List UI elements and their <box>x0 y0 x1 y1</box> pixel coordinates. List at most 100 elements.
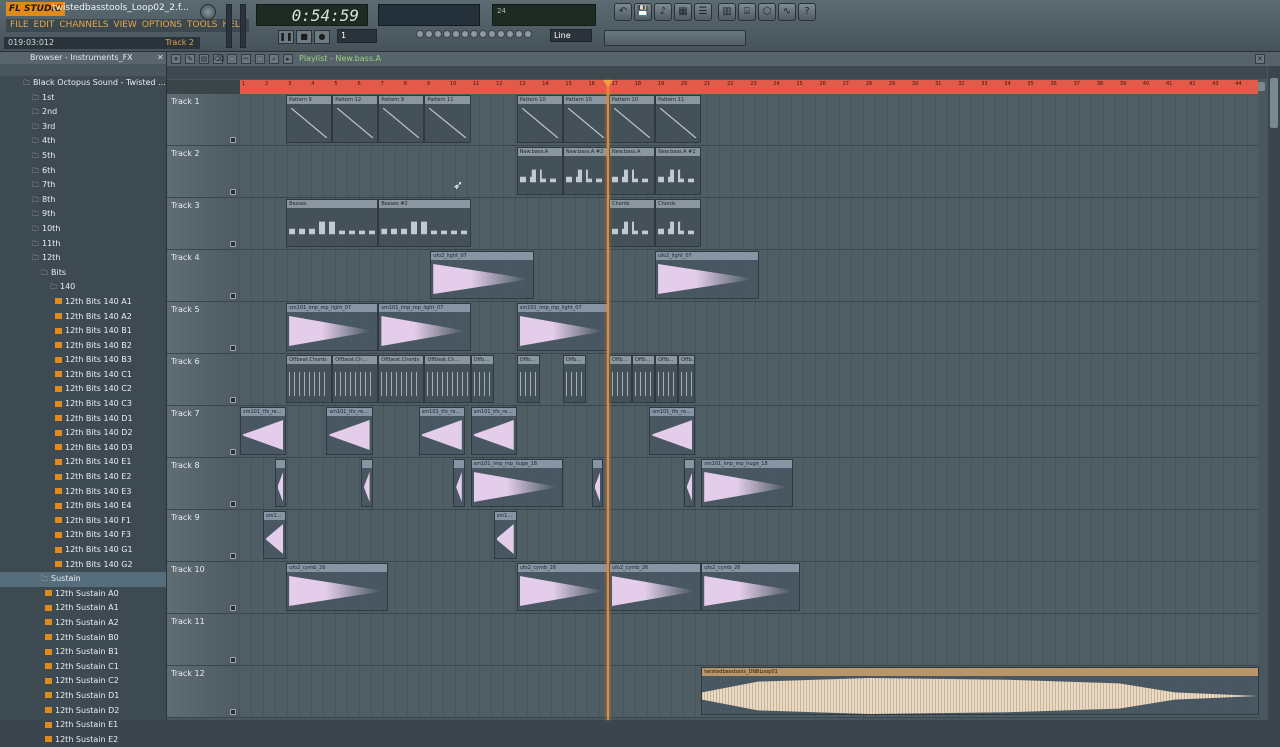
track-options-icon[interactable] <box>230 397 236 403</box>
browser-folder[interactable]: 🗀 1st <box>0 91 166 106</box>
track-options-icon[interactable] <box>230 605 236 611</box>
browser-folder[interactable]: 🗀 9th <box>0 207 166 222</box>
browser-file[interactable]: 12th Sustain C2 <box>0 674 166 689</box>
browser-file[interactable]: 12th Bits 140 B1 <box>0 324 166 339</box>
playlist-clip[interactable] <box>591 459 604 507</box>
browser-folder[interactable]: 🗀 3rd <box>0 120 166 135</box>
playlist-clip[interactable]: Offb... <box>678 355 696 403</box>
playlist-clip[interactable]: ufo2_cymb_26 <box>286 563 388 611</box>
playlist-clip[interactable]: twistedbasstools_DNBLoop01 <box>701 667 1260 715</box>
track-options-icon[interactable] <box>230 293 236 299</box>
track-lane[interactable]: sm101_imp_mp_huge_18 sm101_imp_mp_huge_18 <box>240 458 1258 510</box>
playlist-clip[interactable]: sm101_tfx_re... <box>649 407 696 455</box>
piano-roll-icon[interactable]: ♪ <box>654 3 672 21</box>
track-options-icon[interactable] <box>230 709 236 715</box>
playlist-clip[interactable]: Pattern 11 <box>655 95 702 143</box>
playlist-clip[interactable]: ufo2_cymb_26 <box>516 563 609 611</box>
playlist-clip[interactable]: Pattern 9 <box>286 95 333 143</box>
browser-file[interactable]: 12th Sustain C1 <box>0 660 166 675</box>
track-header[interactable]: Track 2 <box>167 146 239 198</box>
playhead[interactable] <box>607 80 609 720</box>
playlist-clip[interactable]: New.bass.A <box>516 147 563 195</box>
track-lane[interactable] <box>240 614 1258 666</box>
pattern-selector[interactable]: 1 <box>337 29 377 43</box>
vertical-scrollbar[interactable] <box>1268 66 1280 720</box>
track-header[interactable]: Track 4 <box>167 250 239 302</box>
menu-tools[interactable]: TOOLS <box>187 19 217 32</box>
master-pitch-slider[interactable] <box>240 4 246 48</box>
track-options-icon[interactable] <box>230 657 236 663</box>
playlist-clip[interactable]: Offb... <box>470 355 494 403</box>
playlist-clip[interactable] <box>683 459 696 507</box>
playback-tool-icon[interactable]: ▸ <box>283 54 293 64</box>
playlist-clip[interactable]: sm101_imp_mp_light_07 <box>286 303 379 351</box>
playlist-clip[interactable]: Pattern 10 <box>562 95 609 143</box>
playlist-clip[interactable]: Pattern 11 <box>424 95 471 143</box>
browser-file[interactable]: 12th Bits 140 E1 <box>0 455 166 470</box>
playlist-clip[interactable]: Offb... <box>608 355 632 403</box>
playlist-clip[interactable]: Basses #2 <box>378 199 471 247</box>
playlist-clip[interactable]: ufo2_light_07 <box>655 251 759 299</box>
tempo-knob[interactable] <box>200 4 216 20</box>
track-lane[interactable]: Basses Basses #2 Chords Chords <box>240 198 1258 250</box>
browser-icon[interactable]: ⌸ <box>738 3 756 21</box>
playlist-clip[interactable] <box>274 459 287 507</box>
mute-tool-icon[interactable]: ◌ <box>227 54 237 64</box>
playlist-clip[interactable]: New.bass.A #2 <box>655 147 702 195</box>
browser-file[interactable]: 12th Sustain D1 <box>0 689 166 704</box>
browser-file[interactable]: 12th Bits 140 G2 <box>0 558 166 573</box>
playlist-clip[interactable]: Offb... <box>516 355 540 403</box>
zoom-tool-icon[interactable]: ⌕ <box>269 54 279 64</box>
browser-file[interactable]: 12th Sustain B1 <box>0 645 166 660</box>
browser-file[interactable]: 12th Bits 140 A2 <box>0 310 166 325</box>
track-options-icon[interactable] <box>230 189 236 195</box>
playlist-clip[interactable]: ufo2_cymb_26 <box>608 563 702 611</box>
playlist-clip[interactable]: ufo2_cymb_26 <box>701 563 801 611</box>
track-lane[interactable]: twistedbasstools_DNBLoop01 <box>240 666 1260 718</box>
playlist-clip[interactable]: ufo2_light_07 <box>430 251 534 299</box>
browser-file[interactable]: 12th Sustain D2 <box>0 704 166 719</box>
track-header[interactable]: Track 11 <box>167 614 239 666</box>
track-header[interactable]: Track 3 <box>167 198 239 250</box>
step-seq-icon[interactable]: ▥ <box>718 3 736 21</box>
track-lane[interactable]: ufo2_cymb_26 ufo2_cymb_26 ufo2_cymb_26 ufo2… <box>240 562 1258 614</box>
save-icon[interactable]: 💾 <box>634 3 652 21</box>
plugin-icon[interactable]: ⬡ <box>758 3 776 21</box>
playlist-clip[interactable]: sm1... <box>493 511 517 559</box>
track-lane[interactable]: New.bass.A New.bass.A #2 New.bass.A New.bas… <box>240 146 1258 198</box>
playlist-clip[interactable]: Basses <box>286 199 379 247</box>
slice-tool-icon[interactable]: ✂ <box>241 54 251 64</box>
browser-file[interactable]: 12th Bits 140 B3 <box>0 353 166 368</box>
playlist-icon[interactable]: ☰ <box>694 3 712 21</box>
playlist-clip[interactable]: New.bass.A #2 <box>562 147 609 195</box>
browser-file[interactable]: 12th Bits 140 C3 <box>0 397 166 412</box>
playlist-clip[interactable]: Offb... <box>562 355 586 403</box>
playlist-clip[interactable]: sm101_imp_mp_huge_18 <box>701 459 794 507</box>
playlist-clip[interactable]: sm101_tfx_re... <box>326 407 373 455</box>
track-header[interactable]: Track 10 <box>167 562 239 614</box>
browser-folder[interactable]: 🗀 12th <box>0 251 166 266</box>
playlist-clip[interactable]: sm101_tfx_re... <box>470 407 517 455</box>
playlist-clip[interactable]: Offbeat.Chords <box>378 355 425 403</box>
wave-icon[interactable]: ∿ <box>778 3 796 21</box>
track-options-icon[interactable] <box>230 345 236 351</box>
plugin-picker[interactable] <box>604 30 746 46</box>
menu-file[interactable]: FILE <box>10 19 29 32</box>
playlist-clip[interactable]: Chords <box>655 199 702 247</box>
playlist-clip[interactable]: Offb... <box>632 355 656 403</box>
browser-file[interactable]: 12th Bits 140 D1 <box>0 412 166 427</box>
playlist-clip[interactable]: Pattern 9 <box>378 95 425 143</box>
undo-icon[interactable]: ↶ <box>614 3 632 21</box>
playlist-clip[interactable]: sm101_imp_mp_huge_18 <box>470 459 563 507</box>
master-volume-slider[interactable] <box>226 4 232 48</box>
browser-file[interactable]: 12th Bits 140 E3 <box>0 485 166 500</box>
browser-folder[interactable]: 🗀 5th <box>0 149 166 164</box>
playlist-clip[interactable] <box>361 459 373 507</box>
playlist-clip[interactable]: Offb... <box>655 355 679 403</box>
stop-button[interactable]: ■ <box>296 30 312 44</box>
browser-file[interactable]: 12th Bits 140 F1 <box>0 514 166 529</box>
paint-tool-icon[interactable]: ▤ <box>199 54 209 64</box>
track-lane[interactable]: Offbeat.Chords Offbeat.Ch... Offbeat.Chord… <box>240 354 1258 406</box>
menu-edit[interactable]: EDIT <box>34 19 55 32</box>
browser-file[interactable]: 12th Bits 140 E2 <box>0 470 166 485</box>
